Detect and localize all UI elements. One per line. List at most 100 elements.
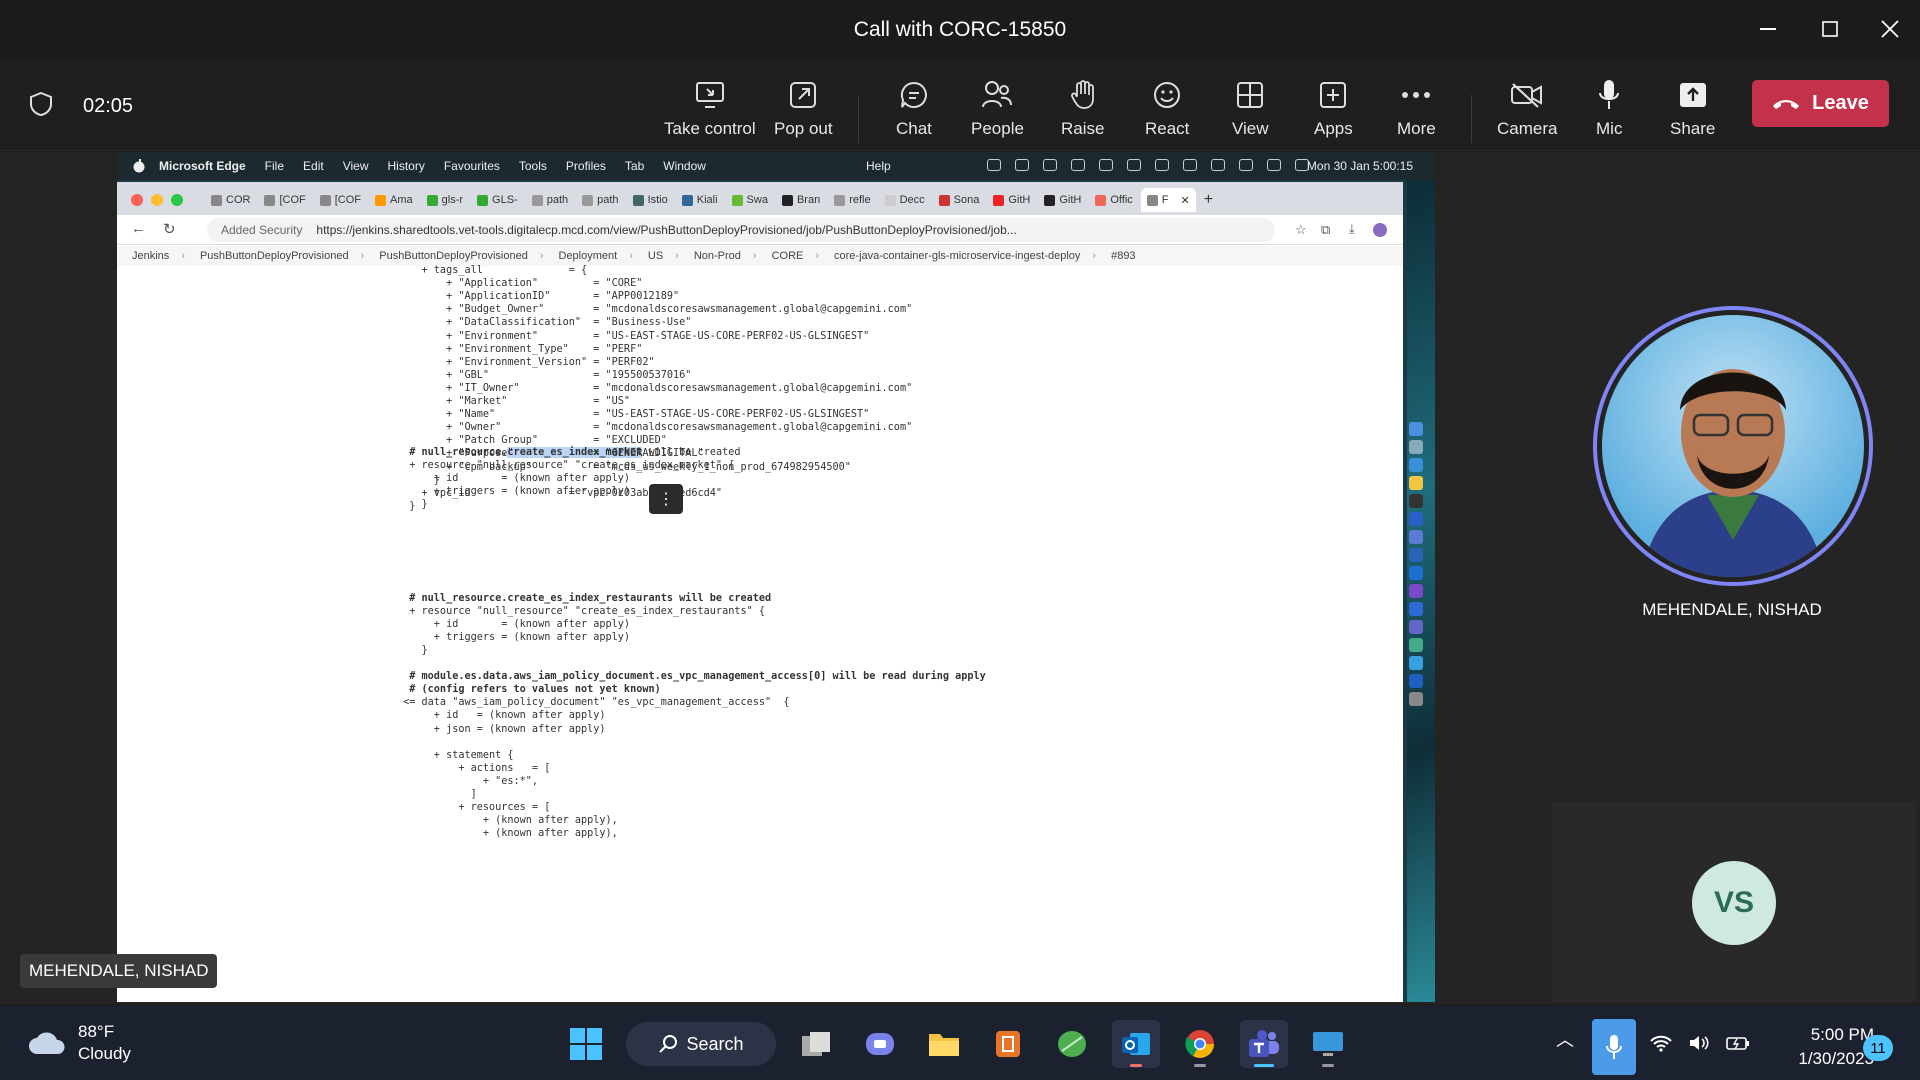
share-button[interactable]: Share xyxy=(1670,75,1715,145)
mac-menu-favourites[interactable]: Favourites xyxy=(444,159,500,173)
raise-hand-button[interactable]: Raise xyxy=(1061,75,1104,145)
outlook-app[interactable] xyxy=(1112,1020,1160,1068)
browser-tab[interactable]: [COF xyxy=(314,188,367,212)
remote-desktop-app[interactable] xyxy=(1304,1020,1352,1068)
react-button[interactable]: React xyxy=(1145,75,1189,145)
breadcrumb-item[interactable]: Deployment xyxy=(559,250,618,262)
address-bar[interactable]: Added Security https://jenkins.sharedtoo… xyxy=(207,218,1275,242)
participant-avatar[interactable] xyxy=(1602,315,1864,577)
camera-button[interactable]: Camera xyxy=(1497,75,1557,145)
dock-app-icon[interactable] xyxy=(1409,584,1423,598)
volume-icon[interactable] xyxy=(1688,1034,1710,1052)
apps-button[interactable]: Apps xyxy=(1314,75,1353,145)
mac-menu-edit[interactable]: Edit xyxy=(303,159,324,173)
leave-button[interactable]: Leave xyxy=(1752,80,1889,127)
browser-tab[interactable]: Decc xyxy=(879,188,931,212)
url-text[interactable]: https://jenkins.sharedtools.vet-tools.di… xyxy=(316,223,1016,237)
browser-tab[interactable]: COR xyxy=(205,188,256,212)
browser-tab[interactable]: refle xyxy=(828,188,876,212)
mac-menu-tools[interactable]: Tools xyxy=(519,159,547,173)
start-button[interactable] xyxy=(562,1020,610,1068)
chrome-app[interactable] xyxy=(1176,1020,1224,1068)
security-badge[interactable]: Added Security xyxy=(221,223,302,237)
breadcrumb-item[interactable]: Jenkins xyxy=(132,250,169,262)
browser-tab[interactable]: path xyxy=(526,188,574,212)
close-window-button[interactable] xyxy=(1870,14,1910,44)
refresh-icon[interactable]: ↻ xyxy=(163,220,176,238)
browser-tab[interactable]: [COF xyxy=(258,188,311,212)
dock-app-icon[interactable] xyxy=(1409,458,1423,472)
dock-app-icon[interactable] xyxy=(1409,548,1423,562)
taskbar-clock[interactable]: 5:00 PM 1/30/2023 xyxy=(1764,1023,1874,1071)
teams-app[interactable] xyxy=(1240,1020,1288,1068)
view-button[interactable]: View xyxy=(1232,75,1269,145)
dock-app-icon[interactable] xyxy=(1409,566,1423,580)
dock-app-icon[interactable] xyxy=(1409,512,1423,526)
mac-menu-file[interactable]: File xyxy=(265,159,284,173)
browser-tab[interactable]: Istio xyxy=(627,188,674,212)
weather-widget[interactable]: 88°F Cloudy xyxy=(28,1021,131,1065)
breadcrumb-item[interactable]: US xyxy=(648,250,663,262)
breadcrumb-item[interactable]: #893 xyxy=(1111,250,1135,262)
minimize-dot[interactable] xyxy=(151,194,163,206)
zoom-dot[interactable] xyxy=(171,194,183,206)
browser-tab[interactable]: Sona xyxy=(933,188,986,212)
dock-app-icon[interactable] xyxy=(1409,674,1423,688)
file-explorer-app[interactable] xyxy=(920,1020,968,1068)
breadcrumb-item[interactable]: PushButtonDeployProvisioned xyxy=(200,250,349,262)
dock-app-icon[interactable] xyxy=(1409,440,1423,454)
pop-out-button[interactable]: Pop out xyxy=(774,75,833,145)
dock-app-icon[interactable] xyxy=(1409,638,1423,652)
dock-app-icon[interactable] xyxy=(1409,476,1423,490)
green-app[interactable] xyxy=(1048,1020,1096,1068)
browser-tab[interactable]: Kiali xyxy=(676,188,724,212)
close-tab-icon[interactable]: ✕ xyxy=(1181,194,1190,207)
mic-button[interactable]: Mic xyxy=(1596,75,1622,145)
breadcrumb-item[interactable]: Non-Prod xyxy=(694,250,741,262)
minimize-button[interactable] xyxy=(1748,14,1788,44)
browser-tab[interactable]: Bran xyxy=(776,188,826,212)
collections-icon[interactable]: ⧉ xyxy=(1321,222,1330,238)
battery-icon[interactable] xyxy=(1726,1034,1750,1052)
dock-app-icon[interactable] xyxy=(1409,656,1423,670)
breadcrumb-item[interactable]: PushButtonDeployProvisioned xyxy=(379,250,528,262)
teams-chat-app[interactable] xyxy=(856,1020,904,1068)
take-control-button[interactable]: Take control xyxy=(664,75,756,145)
dock-app-icon[interactable] xyxy=(1409,494,1423,508)
wifi-icon[interactable] xyxy=(1650,1034,1672,1052)
browser-tab[interactable]: path xyxy=(576,188,624,212)
tray-mic-button[interactable] xyxy=(1592,1019,1636,1075)
breadcrumb-item[interactable]: CORE xyxy=(772,250,804,262)
mac-menu-help[interactable]: Help xyxy=(866,159,891,173)
maximize-button[interactable] xyxy=(1810,14,1850,44)
taskbar-search[interactable]: Search xyxy=(626,1022,776,1066)
back-icon[interactable]: ← xyxy=(131,220,146,237)
dock-app-icon[interactable] xyxy=(1409,422,1423,436)
browser-tab[interactable]: gls-r xyxy=(421,188,469,212)
browser-tab[interactable]: GLS- xyxy=(471,188,524,212)
favorites-icon[interactable]: ☆ xyxy=(1295,222,1307,238)
browser-tab-active[interactable]: F ✕ xyxy=(1140,188,1196,212)
breadcrumb-item[interactable]: core-java-container-gls-microservice-ing… xyxy=(834,250,1080,262)
office-app[interactable] xyxy=(984,1020,1032,1068)
browser-tab[interactable]: GitH xyxy=(987,188,1036,212)
more-options-button[interactable]: ⋮ xyxy=(649,484,683,514)
new-tab-button[interactable]: + xyxy=(1198,188,1219,212)
close-dot[interactable] xyxy=(131,194,143,206)
mac-menu-view[interactable]: View xyxy=(343,159,369,173)
dock-app-icon[interactable] xyxy=(1409,602,1423,616)
profile-avatar[interactable] xyxy=(1373,223,1387,237)
mac-menu-tab[interactable]: Tab xyxy=(625,159,644,173)
dock-app-icon[interactable] xyxy=(1409,530,1423,544)
dock-app-icon[interactable] xyxy=(1409,620,1423,634)
notification-badge[interactable]: 11 xyxy=(1863,1035,1893,1061)
downloads-icon[interactable]: ⤓ xyxy=(1349,221,1355,237)
browser-tab[interactable]: Swa xyxy=(726,188,774,212)
task-view-button[interactable] xyxy=(792,1020,840,1068)
mac-menu-window[interactable]: Window xyxy=(663,159,706,173)
more-button[interactable]: More xyxy=(1397,75,1436,145)
browser-tab[interactable]: Offic xyxy=(1089,188,1138,212)
chevron-up-icon[interactable]: ︿ xyxy=(1556,1026,1574,1052)
mac-menu-profiles[interactable]: Profiles xyxy=(566,159,606,173)
chat-button[interactable]: Chat xyxy=(896,75,932,145)
